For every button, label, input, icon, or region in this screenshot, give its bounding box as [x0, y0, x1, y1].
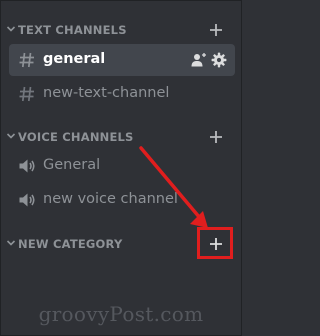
- red-arrow-icon: [139, 146, 208, 228]
- highlight-box: [197, 227, 233, 259]
- watermark: groovyPost.com: [38, 302, 204, 326]
